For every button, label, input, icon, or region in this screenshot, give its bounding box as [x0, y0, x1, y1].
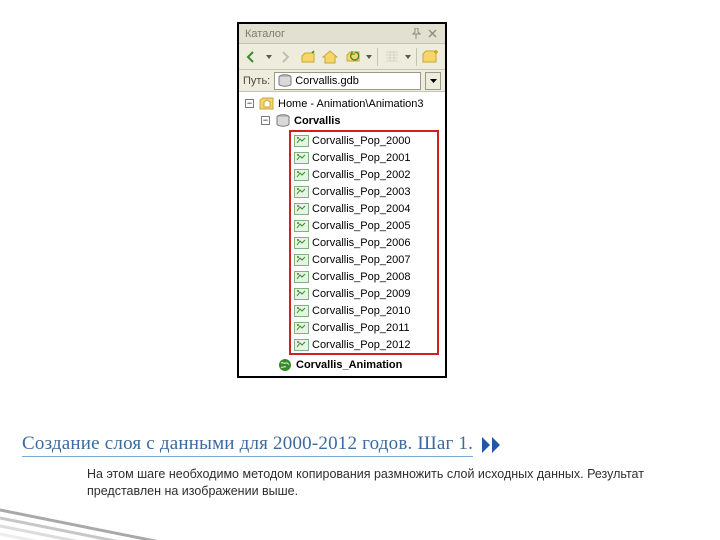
list-view-dropdown[interactable] — [404, 55, 411, 59]
tree-animation-row[interactable]: Corvallis_Animation — [243, 356, 441, 373]
slide-heading: Создание слоя с данными для 2000-2012 го… — [22, 433, 505, 457]
feature-class-icon — [293, 168, 309, 182]
tree: − Home - Animation\Animation3 − Corvalli… — [239, 92, 445, 376]
feature-class-icon — [293, 304, 309, 318]
tree-item-label: Corvallis_Pop_2007 — [312, 252, 410, 268]
toolbar-separator — [377, 48, 378, 66]
toolbar — [239, 44, 445, 70]
geodatabase-icon — [275, 114, 291, 128]
tree-gdb-label: Corvallis — [294, 113, 340, 129]
list-view-button[interactable] — [382, 47, 403, 67]
tree-item-label: Corvallis_Pop_2003 — [312, 184, 410, 200]
tree-item-label: Corvallis_Pop_2005 — [312, 218, 410, 234]
tree-feature-class-row[interactable]: Corvallis_Pop_2000 — [293, 132, 435, 149]
tree-item-label: Corvallis_Pop_2004 — [312, 201, 410, 217]
tree-item-label: Corvallis_Pop_2011 — [312, 320, 410, 336]
forward-button[interactable] — [275, 47, 296, 67]
toolbar-separator — [416, 48, 417, 66]
tree-feature-class-row[interactable]: Corvallis_Pop_2007 — [293, 251, 435, 268]
tree-item-label: Corvallis_Pop_2006 — [312, 235, 410, 251]
double-chevron-icon — [479, 434, 505, 456]
tree-feature-class-row[interactable]: Corvallis_Pop_2008 — [293, 268, 435, 285]
feature-class-icon — [293, 287, 309, 301]
panel-titlebar: Каталог — [239, 24, 445, 44]
tree-item-label: Corvallis_Pop_2010 — [312, 303, 410, 319]
back-button[interactable] — [243, 47, 264, 67]
feature-class-icon — [293, 270, 309, 284]
path-dropdown[interactable] — [425, 72, 441, 90]
panel-title: Каталог — [245, 28, 407, 40]
tree-item-label: Corvallis_Pop_2002 — [312, 167, 410, 183]
tree-feature-class-row[interactable]: Corvallis_Pop_2011 — [293, 319, 435, 336]
feature-class-icon — [293, 321, 309, 335]
tree-item-label: Corvallis_Pop_2009 — [312, 286, 410, 302]
tree-gdb-row[interactable]: − Corvallis — [243, 112, 441, 129]
feature-class-icon — [293, 253, 309, 267]
tree-feature-class-row[interactable]: Corvallis_Pop_2004 — [293, 200, 435, 217]
pin-icon[interactable] — [409, 27, 423, 41]
expander-minus-icon[interactable]: − — [245, 99, 254, 108]
slide-body: На этом шаге необходимо методом копирова… — [87, 466, 647, 500]
tree-feature-class-row[interactable]: Corvallis_Pop_2012 — [293, 336, 435, 353]
feature-class-icon — [293, 134, 309, 148]
tree-feature-class-row[interactable]: Corvallis_Pop_2003 — [293, 183, 435, 200]
home-button[interactable] — [320, 47, 341, 67]
tree-feature-class-row[interactable]: Corvallis_Pop_2002 — [293, 166, 435, 183]
back-dropdown[interactable] — [266, 55, 273, 59]
tree-item-label: Corvallis_Pop_2012 — [312, 337, 410, 353]
tree-root-row[interactable]: − Home - Animation\Animation3 — [243, 95, 441, 112]
feature-class-icon — [293, 219, 309, 233]
tree-item-label: Corvallis_Pop_2008 — [312, 269, 410, 285]
tree-animation-label: Corvallis_Animation — [296, 357, 402, 373]
path-label: Путь: — [243, 75, 270, 87]
gdb-icon — [278, 74, 292, 87]
tree-feature-class-row[interactable]: Corvallis_Pop_2010 — [293, 302, 435, 319]
up-button[interactable] — [298, 47, 319, 67]
tree-item-label: Corvallis_Pop_2001 — [312, 150, 410, 166]
tree-item-label: Corvallis_Pop_2000 — [312, 133, 410, 149]
catalog-panel: Каталог — [237, 22, 447, 378]
feature-class-icon — [293, 202, 309, 216]
close-icon[interactable] — [425, 27, 439, 41]
tree-root-label: Home - Animation\Animation3 — [278, 96, 424, 112]
tree-feature-class-row[interactable]: Corvallis_Pop_2005 — [293, 217, 435, 234]
expander-minus-icon[interactable]: − — [261, 116, 270, 125]
refresh-dropdown[interactable] — [365, 55, 372, 59]
tree-feature-class-row[interactable]: Corvallis_Pop_2006 — [293, 234, 435, 251]
new-folder-button[interactable] — [420, 47, 441, 67]
decorative-stripes — [0, 500, 190, 540]
selection-highlight: Corvallis_Pop_2000Corvallis_Pop_2001Corv… — [289, 130, 439, 355]
globe-icon — [277, 358, 293, 372]
home-folder-icon — [259, 97, 275, 111]
refresh-button[interactable] — [343, 47, 364, 67]
path-value: Corvallis.gdb — [295, 75, 359, 87]
slide-heading-text: Создание слоя с данными для 2000-2012 го… — [22, 433, 473, 457]
feature-class-icon — [293, 151, 309, 165]
path-input[interactable]: Corvallis.gdb — [274, 72, 421, 90]
tree-feature-class-row[interactable]: Corvallis_Pop_2009 — [293, 285, 435, 302]
feature-class-icon — [293, 338, 309, 352]
path-row: Путь: Corvallis.gdb — [239, 70, 445, 92]
feature-class-icon — [293, 185, 309, 199]
feature-class-icon — [293, 236, 309, 250]
tree-feature-class-row[interactable]: Corvallis_Pop_2001 — [293, 149, 435, 166]
